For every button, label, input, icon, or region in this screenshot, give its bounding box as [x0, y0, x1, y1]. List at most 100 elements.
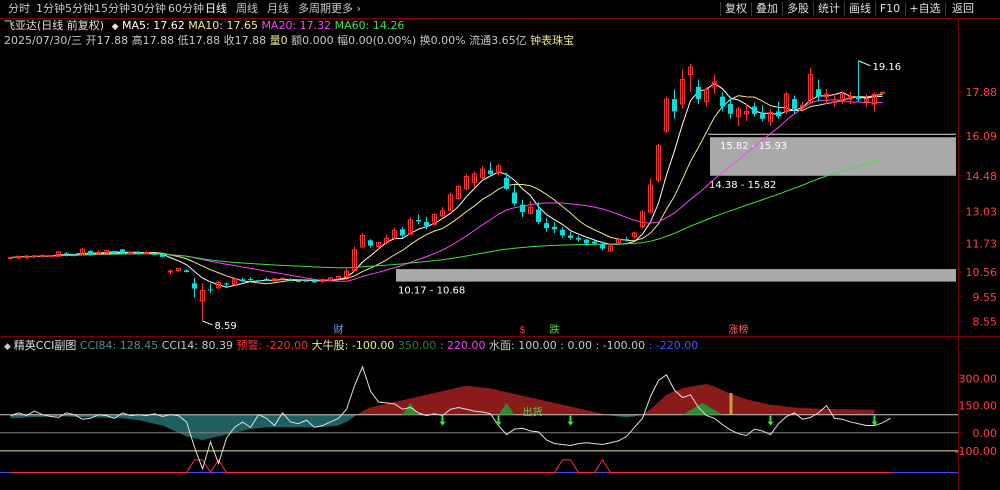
- cci-tick-label: -100.00: [955, 445, 997, 458]
- price-and-indicator-chart[interactable]: 8.55 9.55 10.56 11.73 13.03 14.48 16.09 17.88 15…: [0, 0, 1000, 490]
- candle-body: [152, 253, 157, 255]
- candle-body: [256, 280, 261, 282]
- candle-body: [312, 280, 317, 283]
- candle-body: [184, 270, 189, 273]
- indicator-label-4: 350.00: [397, 339, 440, 352]
- event-mark: 涨榜: [729, 323, 749, 336]
- cci-tick-label: 150.00: [959, 400, 998, 413]
- candle-body: [512, 192, 517, 204]
- high-pointer: [858, 60, 871, 67]
- candle-body: [304, 280, 309, 282]
- candle-body: [72, 254, 77, 256]
- sell-arrow-icon: [767, 421, 774, 426]
- candle-body: [32, 255, 37, 258]
- cci-tick-label: 0.00: [973, 427, 998, 440]
- candle-body: [48, 255, 53, 258]
- candle-body: [416, 219, 421, 222]
- signal-bar: [729, 392, 733, 415]
- indicator-title: 精英CCI副图: [13, 339, 80, 352]
- candle-body: [760, 113, 765, 119]
- price-tick-label: 13.03: [966, 205, 998, 218]
- candle-body: [40, 254, 45, 257]
- cci-tick-label: 300.00: [959, 373, 998, 386]
- candle-body: [552, 226, 557, 230]
- candle-body: [560, 229, 565, 236]
- zone-label: 15.82 - 15.93: [720, 141, 787, 152]
- candle-body: [128, 252, 133, 255]
- overlay-text: 出货: [523, 406, 543, 419]
- candle-body: [544, 223, 549, 229]
- sell-arrow-icon: [567, 421, 574, 426]
- low-pointer: [202, 320, 213, 326]
- candle-body: [856, 96, 861, 100]
- candle-body: [728, 104, 733, 114]
- candle-body: [752, 106, 757, 114]
- candle-body: [296, 280, 301, 282]
- sell-arrow-icon: [495, 421, 502, 426]
- candle-body: [88, 250, 93, 255]
- event-mark: 跌: [550, 323, 560, 336]
- indicator-label-5: : 220.00: [439, 339, 490, 352]
- candle-body: [584, 239, 589, 244]
- candle-body: [400, 229, 405, 236]
- candle-body: [816, 89, 821, 97]
- candle-body: [160, 254, 165, 257]
- support-zone: [396, 269, 956, 282]
- candle-body: [264, 278, 269, 281]
- candle-body: [208, 289, 213, 291]
- price-tick-label: 9.55: [973, 291, 998, 304]
- candle-body: [880, 91, 885, 94]
- candle-body: [696, 86, 701, 100]
- candle-body: [424, 221, 429, 226]
- candle-body: [168, 270, 173, 273]
- price-tick-label: 11.73: [966, 237, 998, 250]
- candle-body: [576, 237, 581, 240]
- candle-body: [224, 283, 229, 285]
- candle-body: [832, 101, 837, 104]
- candle-body: [288, 279, 293, 281]
- low-label: 8.59: [215, 321, 237, 332]
- event-mark: $: [519, 325, 525, 336]
- candle-body: [792, 99, 797, 109]
- indicator-label-1: CCI14: 80.39: [161, 339, 237, 352]
- warning-line: [10, 458, 891, 474]
- sell-arrow-icon: [439, 421, 446, 426]
- event-mark: 财: [334, 323, 344, 336]
- candle-body: [240, 279, 245, 282]
- candle-body: [280, 277, 285, 280]
- candle-body: [368, 240, 373, 246]
- candle-body: [568, 235, 573, 238]
- price-tick-label: 17.88: [966, 86, 998, 99]
- collapse-icon[interactable]: ◆: [4, 342, 14, 352]
- indicator-label-0: CCI84: 128.45: [79, 339, 162, 352]
- candle-body: [192, 283, 197, 289]
- candle-body: [120, 249, 125, 253]
- candle-body: [600, 244, 605, 249]
- candle-body: [8, 257, 13, 260]
- candle-body: [520, 204, 525, 213]
- indicator-label-6: 水面: 100.00: [489, 339, 561, 352]
- indicator-label-7: : 0.00: [560, 339, 596, 352]
- candle-body: [776, 111, 781, 117]
- indicator-label-2: 预警: -220.00: [236, 339, 312, 352]
- price-tick-label: 10.56: [966, 266, 998, 279]
- indicator-label-8: : -100.00: [595, 339, 649, 352]
- candle-body: [592, 241, 597, 244]
- zone-label: 14.38 - 15.82: [709, 180, 776, 191]
- high-label: 19.16: [873, 62, 902, 73]
- candle-body: [112, 251, 117, 253]
- zone-label: 10.17 - 10.68: [398, 286, 465, 297]
- cci84-area-above: [10, 383, 875, 415]
- indicator-label-9: : -220.00: [648, 339, 699, 352]
- candle-body: [672, 99, 677, 112]
- candle-body: [136, 252, 141, 254]
- price-tick-label: 16.09: [966, 130, 998, 143]
- candle-body: [488, 170, 493, 175]
- candle-body: [248, 278, 253, 280]
- indicator-label-3: 大牛股: -100.00: [311, 339, 398, 352]
- price-tick-label: 14.48: [966, 170, 998, 183]
- candle-body: [536, 209, 541, 222]
- price-tick-label: 8.55: [973, 315, 998, 328]
- candle-body: [64, 253, 69, 255]
- indicator-legend-row: ◆ 精英CCI副图 CCI84: 128.45 CCI14: 80.39 预警:…: [4, 339, 698, 353]
